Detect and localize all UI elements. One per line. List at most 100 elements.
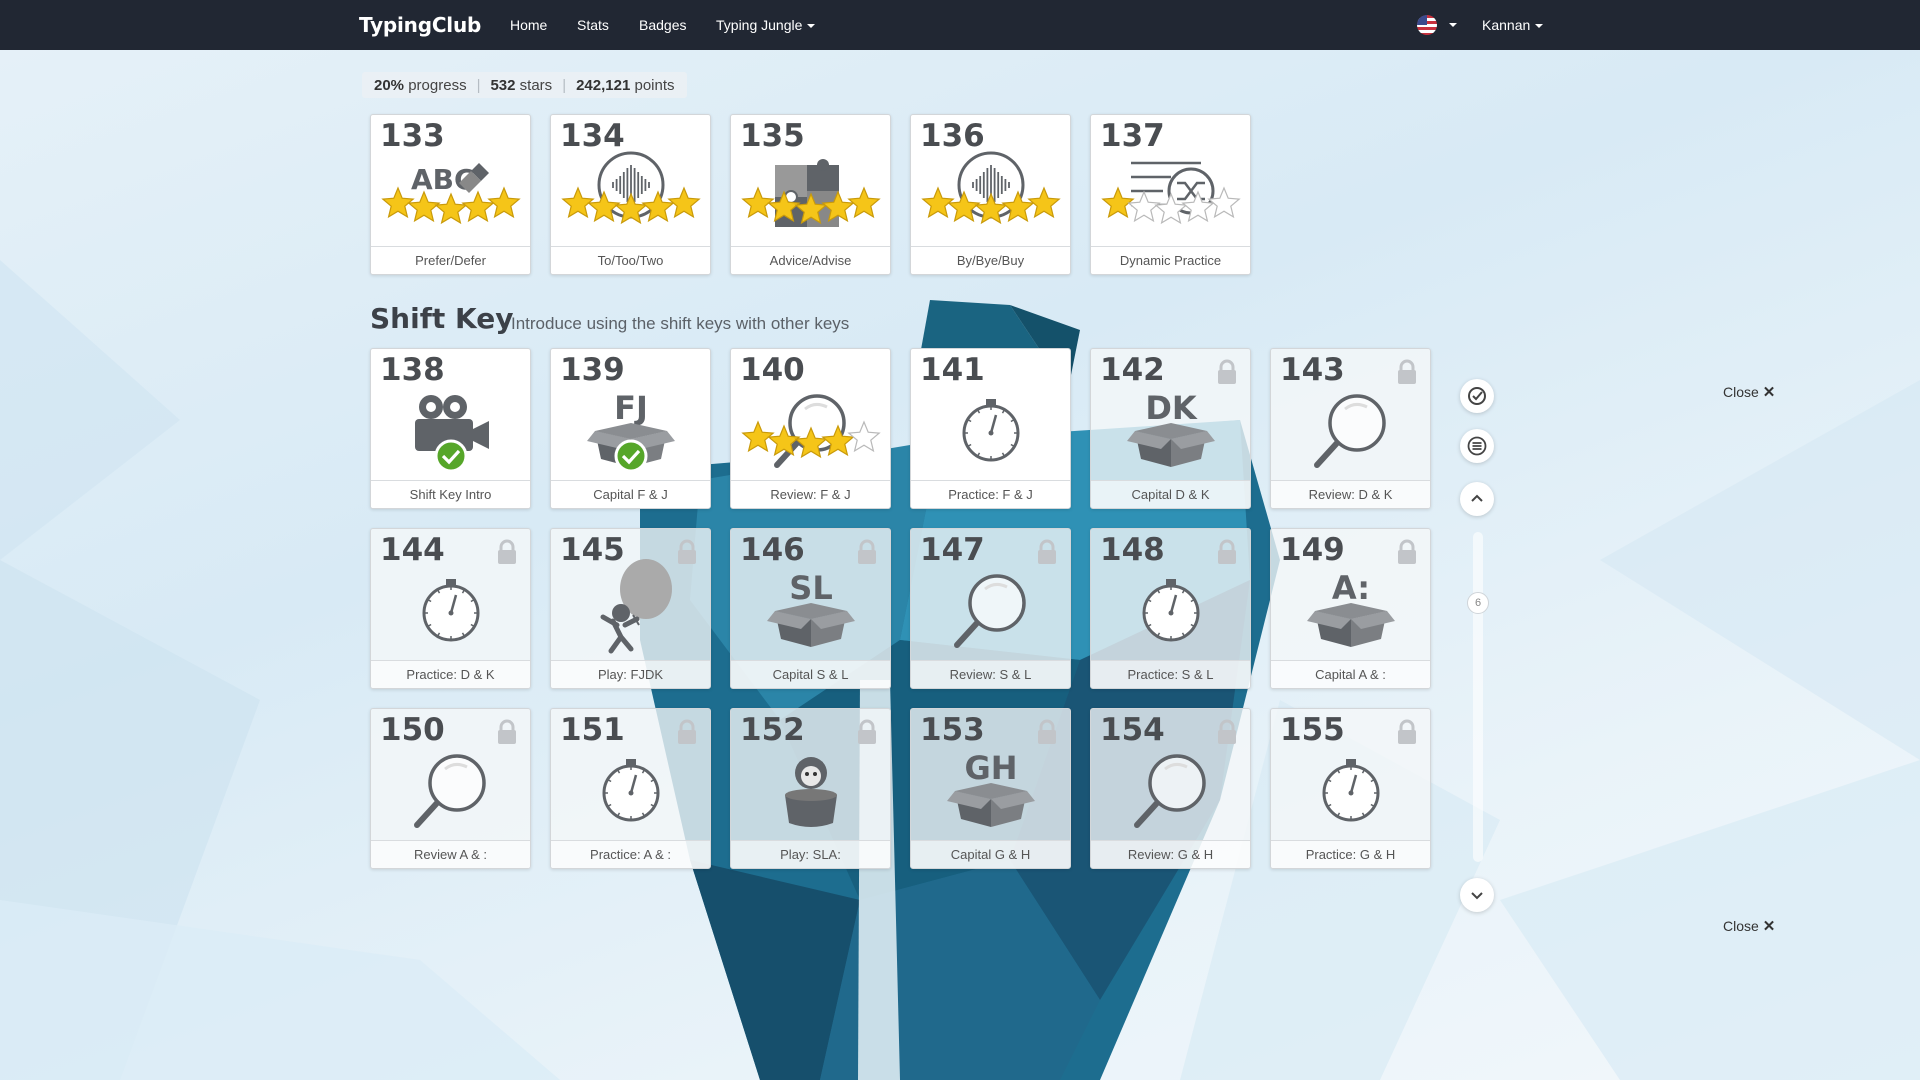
magnifier-icon (731, 375, 890, 481)
us-flag-icon[interactable] (1417, 15, 1437, 35)
user-menu[interactable]: Kannan (1482, 17, 1544, 33)
lock-icon (856, 539, 878, 565)
lesson-label: Capital A & : (1271, 660, 1430, 688)
lock-icon (1036, 539, 1058, 565)
lesson-card-141[interactable]: 141 Practice: F & J (910, 348, 1071, 509)
lesson-card-138[interactable]: 138 Shift Key Intro (370, 348, 531, 509)
lock-icon (1396, 539, 1418, 565)
lesson-label: Play: FJDK (551, 660, 710, 688)
lesson-card-155[interactable]: 155 Practice: G & H (1270, 708, 1431, 869)
chevron-down-icon (1535, 24, 1544, 29)
pot-game-icon (731, 735, 890, 841)
lesson-label: Advice/Advise (731, 246, 890, 274)
lesson-label: Review: S & L (911, 660, 1070, 688)
divider: | (562, 76, 567, 94)
lesson-card-133[interactable]: 133 ABC Prefer/Defer (370, 114, 531, 275)
stopwatch-icon (1091, 555, 1250, 661)
lesson-card-137[interactable]: 137 Dynamic Practice (1090, 114, 1251, 275)
lock-icon (676, 719, 698, 745)
lesson-card-135[interactable]: 135 Advice/Advise (730, 114, 891, 275)
chevron-down-icon[interactable] (1449, 23, 1457, 27)
points-value: 242,121 (576, 76, 631, 94)
lesson-label: Capital D & K (1091, 480, 1250, 508)
lesson-card-146[interactable]: 146 SL Capital S & L (730, 528, 891, 689)
nav-typing-jungle-label: Typing Jungle (716, 17, 803, 33)
stopwatch-icon (911, 375, 1070, 481)
lesson-card-149[interactable]: 149 A: Capital A & : (1270, 528, 1431, 689)
section-subtitle: Introduce using the shift keys with othe… (511, 314, 850, 333)
lesson-card-134[interactable]: 134 To/Too/Two (550, 114, 711, 275)
nav-home[interactable]: Home (510, 17, 547, 33)
scroll-down-button[interactable] (1460, 878, 1494, 912)
lock-icon (1216, 719, 1238, 745)
lesson-card-142[interactable]: 142 DK Capital D & K (1090, 348, 1251, 509)
lock-icon (496, 719, 518, 745)
box-icon: SL (731, 555, 890, 661)
box-icon: DK (1091, 375, 1250, 481)
lesson-label: Practice: G & H (1271, 840, 1430, 868)
chevron-down-icon (807, 24, 816, 29)
lock-icon (496, 539, 518, 565)
lesson-card-154[interactable]: 154 Review: G & H (1090, 708, 1251, 869)
svg-text:DK: DK (1145, 389, 1198, 427)
lesson-card-139[interactable]: 139 FJ Capital F & J (550, 348, 711, 509)
lesson-label: Practice: A & : (551, 840, 710, 868)
box-icon: A: (1271, 555, 1430, 661)
lock-icon (1216, 539, 1238, 565)
lesson-label: Practice: D & K (371, 660, 530, 688)
magnifier-icon (911, 555, 1070, 661)
lock-icon (1396, 359, 1418, 385)
lesson-card-136[interactable]: 136 By/Bye/Buy (910, 114, 1071, 275)
menu-button[interactable] (1460, 429, 1494, 463)
divider: | (476, 76, 481, 94)
stars-stat: 532 stars (490, 77, 552, 94)
lesson-label: Play: SLA: (731, 840, 890, 868)
progress-value: 20% (374, 76, 405, 94)
lesson-card-147[interactable]: 147 Review: S & L (910, 528, 1071, 689)
scroll-up-button[interactable] (1460, 482, 1494, 516)
svg-text:GH: GH (964, 749, 1017, 787)
box-icon: GH (911, 735, 1070, 841)
brand-logo[interactable]: TypingClub (359, 13, 481, 37)
lesson-card-144[interactable]: 144 Practice: D & K (370, 528, 531, 689)
lock-icon (1036, 719, 1058, 745)
svg-text:A:: A: (1332, 569, 1370, 607)
lesson-card-150[interactable]: 150 Review A & : (370, 708, 531, 869)
nav-typing-jungle[interactable]: Typing Jungle (716, 17, 816, 33)
lesson-card-153[interactable]: 153 GH Capital G & H (910, 708, 1071, 869)
lesson-label: Review A & : (371, 840, 530, 868)
lock-icon (1216, 359, 1238, 385)
progress-label: progress (408, 76, 467, 94)
lesson-label: Review: D & K (1271, 480, 1430, 508)
close-button[interactable]: Close ✕ (1723, 383, 1775, 401)
stopwatch-icon (1271, 735, 1430, 841)
lesson-card-140[interactable]: 140 Review: F & J (730, 348, 891, 509)
close-label: Close (1723, 918, 1759, 934)
svg-text:FJ: FJ (614, 389, 648, 427)
nav-stats[interactable]: Stats (577, 17, 609, 33)
lesson-card-143[interactable]: 143 Review: D & K (1270, 348, 1431, 509)
close-button[interactable]: Close ✕ (1723, 917, 1775, 935)
lock-icon (856, 719, 878, 745)
check-circle-icon (1468, 387, 1486, 405)
lesson-label: Capital F & J (551, 480, 710, 508)
lesson-card-148[interactable]: 148 Practice: S & L (1090, 528, 1251, 689)
menu-icon (1467, 436, 1487, 456)
video-camera-icon (371, 375, 530, 481)
magnifier-icon (371, 735, 530, 841)
completed-filter-button[interactable] (1460, 379, 1494, 413)
section-title: Shift Key (370, 302, 514, 335)
stars-value: 532 (490, 76, 516, 94)
nav-badges[interactable]: Badges (639, 17, 686, 33)
lock-icon (676, 539, 698, 565)
lesson-label: Review: F & J (731, 480, 890, 508)
lesson-card-152[interactable]: 152 Play: SLA: (730, 708, 891, 869)
user-name: Kannan (1482, 17, 1531, 33)
lesson-label: Dynamic Practice (1091, 246, 1250, 274)
close-label: Close (1723, 384, 1759, 400)
lesson-card-145[interactable]: 145 Play: FJDK (550, 528, 711, 689)
balloon-game-icon (551, 555, 710, 661)
close-icon: ✕ (1762, 918, 1776, 935)
lesson-card-151[interactable]: 151 Practice: A & : (550, 708, 711, 869)
scroll-track[interactable] (1473, 532, 1483, 862)
